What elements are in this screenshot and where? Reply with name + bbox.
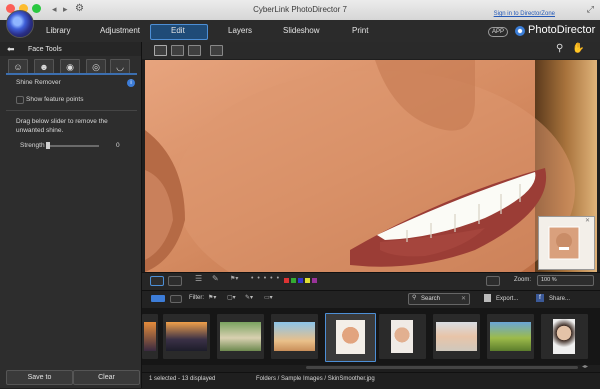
film-thumb[interactable] (217, 314, 264, 359)
hand-tool-icon[interactable]: ✋ (572, 43, 584, 54)
blue-label-icon[interactable] (298, 278, 303, 283)
tab-slideshow[interactable]: Slideshow (283, 26, 319, 35)
zoom-label: Zoom: (514, 277, 532, 283)
film-thumb-selected[interactable] (325, 313, 376, 362)
compare-view-icon[interactable] (171, 45, 184, 56)
flag-filter-icon[interactable]: ⚑▾ (208, 294, 216, 301)
purple-label-icon[interactable] (312, 278, 317, 283)
grid-view-icon[interactable] (188, 45, 201, 56)
strength-slider-track[interactable] (47, 145, 99, 147)
info-icon[interactable]: i (127, 79, 135, 87)
list-view-icon[interactable] (170, 295, 182, 303)
single-view-icon[interactable] (154, 45, 167, 56)
green-label-icon[interactable] (291, 278, 296, 283)
export-button[interactable]: Export... (496, 296, 518, 302)
zoom-tool-icon[interactable]: ⚲ (556, 43, 563, 54)
film-thumb[interactable] (433, 314, 480, 359)
tab-layers[interactable]: Layers (228, 26, 252, 35)
film-thumb[interactable] (271, 314, 318, 359)
panel-header (0, 42, 141, 56)
tool-selected-indicator (6, 73, 137, 75)
film-thumb[interactable] (541, 314, 588, 359)
navigator-thumbnail[interactable] (538, 216, 595, 270)
tab-print[interactable]: Print (352, 26, 368, 35)
portrait-photo (145, 60, 597, 272)
brand-icon (515, 26, 525, 36)
brush-icon[interactable]: ✎ (212, 274, 219, 283)
film-thumb[interactable] (163, 314, 210, 359)
sort-icon[interactable] (486, 276, 500, 286)
red-label-icon[interactable] (284, 278, 289, 283)
image-toolbar (142, 272, 600, 290)
facebook-icon: f (536, 294, 544, 302)
edit-filter-icon[interactable]: ✎▾ (245, 294, 253, 301)
tab-adjustment[interactable]: Adjustment (100, 26, 140, 35)
face-tools-panel (0, 42, 142, 388)
file-path: Folders / Sample Images / SkinSmoother.j… (256, 376, 375, 382)
instruction-text: Drag below slider to remove the unwanted… (16, 118, 108, 134)
fullscreen-icon[interactable]: ⤢ (587, 4, 594, 15)
selection-status: 1 selected - 13 displayed (149, 376, 216, 382)
save-to-button[interactable]: Save to (6, 370, 73, 385)
filter-label: Filter: (189, 295, 204, 301)
clear-search-icon[interactable]: ✕ (461, 295, 466, 302)
filmstrip-scrollbar[interactable] (306, 366, 578, 369)
app-logo (6, 10, 34, 38)
photo-canvas[interactable] (145, 60, 597, 272)
history-icon[interactable]: ☰ (195, 274, 202, 283)
feature-points-label: Show feature points (26, 96, 84, 103)
share-button[interactable]: Share... (549, 296, 570, 302)
actual-size-icon[interactable] (168, 276, 182, 286)
strength-value: 0 (116, 142, 120, 149)
scroll-arrows-icon[interactable]: ◂▸ (582, 363, 588, 370)
strength-slider-thumb[interactable] (46, 142, 50, 149)
film-thumb[interactable] (142, 314, 158, 359)
feature-points-checkbox[interactable] (16, 96, 24, 104)
strength-label: Strength (20, 142, 45, 149)
film-thumb[interactable] (487, 314, 534, 359)
fit-view-icon[interactable] (150, 276, 164, 286)
navigator-preview (548, 226, 580, 260)
subtool-title: Shine Remover (16, 79, 61, 86)
second-display-icon[interactable] (210, 45, 223, 56)
flag-icon[interactable]: ⚑▾ (230, 275, 238, 282)
back-arrow-icon[interactable]: ⬅ (7, 44, 15, 55)
divider (6, 110, 137, 111)
type-filter-icon[interactable]: ▭▾ (264, 294, 273, 301)
tab-library[interactable]: Library (46, 26, 70, 35)
rating-dots[interactable]: • • • • • (251, 275, 280, 282)
panel-title: Face Tools (28, 46, 62, 53)
label-filter-icon[interactable]: ▢▾ (227, 294, 236, 301)
sign-in-link[interactable]: Sign in to DirectorZone (494, 11, 555, 17)
export-icon (484, 294, 491, 302)
app-badge[interactable]: APP (488, 27, 509, 37)
brand-name: PhotoDirector (528, 24, 596, 36)
zoom-select[interactable]: 100 % (537, 275, 594, 286)
search-placeholder: Search (421, 296, 441, 302)
filmstrip-view-icon[interactable] (151, 295, 165, 302)
film-thumb[interactable] (379, 314, 426, 359)
clear-button[interactable]: Clear (73, 370, 140, 385)
navigator-close-icon[interactable]: ✕ (585, 217, 590, 224)
search-icon: ⚲ (412, 295, 417, 301)
tab-edit[interactable]: Edit (171, 26, 185, 35)
yellow-label-icon[interactable] (305, 278, 310, 283)
